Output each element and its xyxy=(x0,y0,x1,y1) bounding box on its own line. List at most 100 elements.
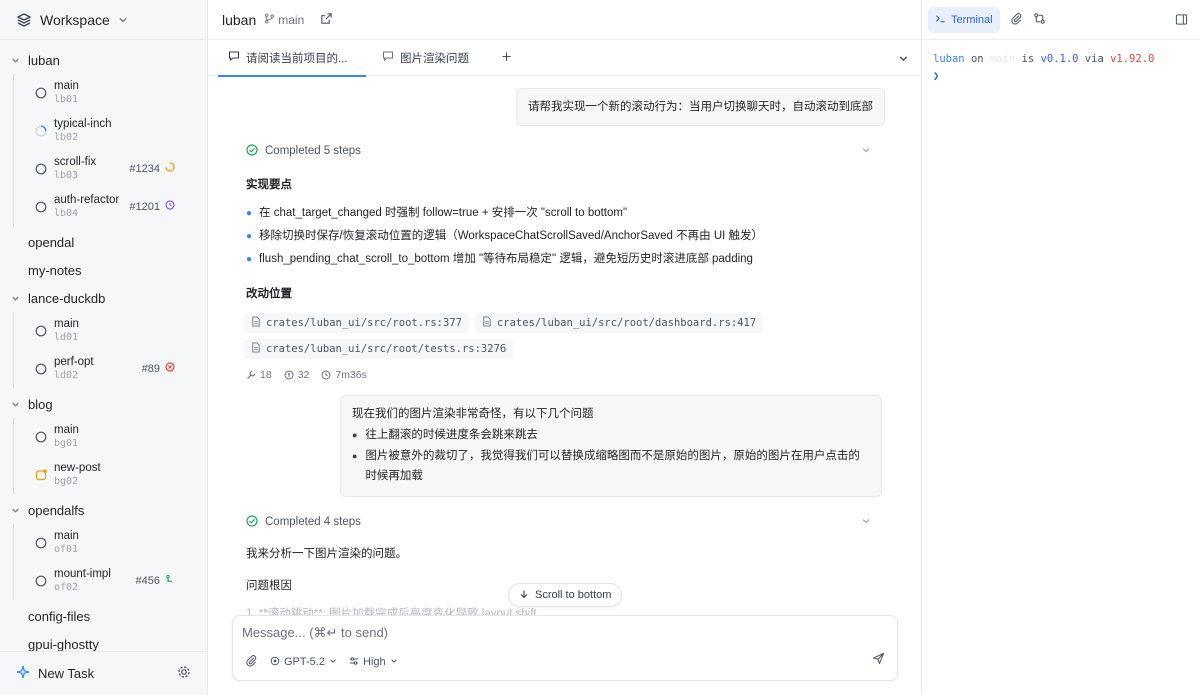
project-title: luban xyxy=(222,11,257,28)
branch-name: main xyxy=(54,318,79,330)
project-row-config-files[interactable]: config-files xyxy=(0,602,207,630)
arrow-down-icon xyxy=(519,589,529,602)
chevron-down-icon[interactable] xyxy=(10,56,20,65)
token-count-value: 32 xyxy=(297,369,310,381)
pr-number[interactable]: #89 xyxy=(142,363,160,375)
scroll-to-bottom-button[interactable]: Scroll to bottom xyxy=(508,583,623,607)
tab-label: 图片渲染问题 xyxy=(400,52,469,65)
pr-merged-icon xyxy=(165,574,175,587)
pr-number[interactable]: #456 xyxy=(136,575,160,587)
user-message: 请帮我实现一个新的滚动行为：当用户切换聊天时，自动滚动到底部 xyxy=(516,88,885,126)
list-item: ● 往上翻滚的时候进度条会跳来跳去 xyxy=(352,425,870,445)
project-row-luban[interactable]: luban xyxy=(0,46,207,74)
composer-toolbar: GPT-5.2 High xyxy=(245,654,398,670)
branch-row[interactable]: main ld01 xyxy=(14,312,207,350)
pr-number[interactable]: #1201 xyxy=(129,201,160,213)
steps-summary[interactable]: Completed 5 steps xyxy=(244,140,885,162)
clock-icon xyxy=(321,370,331,380)
chevron-down-icon[interactable] xyxy=(861,145,871,158)
terminal-tab[interactable]: Terminal xyxy=(928,6,1000,33)
steps-summary[interactable]: Completed 4 steps xyxy=(244,511,885,533)
sparkle-icon xyxy=(16,665,30,682)
wrench-icon xyxy=(246,370,256,380)
branch-code: of01 xyxy=(54,544,79,555)
pr-number[interactable]: #1234 xyxy=(129,163,160,175)
chevron-down-icon[interactable] xyxy=(861,516,871,529)
tool-count: 18 xyxy=(246,369,272,381)
terminal-prompt: ❯ xyxy=(933,70,940,82)
new-task-button[interactable]: New Task xyxy=(38,666,169,681)
new-tab-button[interactable] xyxy=(491,40,522,76)
tab-chat-1[interactable]: 请阅读当前项目的... xyxy=(218,40,366,77)
project-name: config-files xyxy=(28,608,91,624)
terminal-line: luban on main is v0.1.0 via v1.92.0 xyxy=(933,51,1189,68)
list-item-text: 在 chat_target_changed 时强制 follow=true + … xyxy=(259,207,628,219)
gear-icon[interactable] xyxy=(177,665,191,682)
send-icon[interactable] xyxy=(872,652,885,668)
message-input[interactable] xyxy=(242,625,842,640)
branch-row[interactable]: mount-impl of02 #456 xyxy=(14,562,207,600)
branch-name: typical-inch xyxy=(54,118,112,130)
chat-bubble-icon xyxy=(228,50,240,65)
project-row-lance-duckdb[interactable]: lance-duckdb xyxy=(0,284,207,312)
terminal-output[interactable]: luban on main is v0.1.0 via v1.92.0 ❯ xyxy=(922,40,1200,96)
duration: 7m36s xyxy=(321,369,367,381)
branch-row[interactable]: scroll-fix lb03 #1234 xyxy=(14,150,207,188)
project-row-opendal[interactable]: opendal xyxy=(0,228,207,256)
branch-name: mount-impl xyxy=(54,568,111,580)
branch-code: lb02 xyxy=(54,132,79,143)
bullet-list: ● 往上翻滚的时候进度条会跳来跳去 ● 图片被意外的裁切了，我觉得我们可以替换成缩略… xyxy=(352,425,870,486)
branch-row[interactable]: auth-refactor lb04 #1201 xyxy=(14,188,207,226)
git-compare-icon[interactable] xyxy=(1033,12,1046,28)
branch-row[interactable]: main of01 xyxy=(14,524,207,562)
loading-spinner-icon xyxy=(34,125,47,138)
branch-row[interactable]: main bg01 xyxy=(14,418,207,456)
project-row-blog[interactable]: blog xyxy=(0,390,207,418)
branch-row[interactable]: perf-opt ld02 #89 xyxy=(14,350,207,388)
chat-tabs: 请阅读当前项目的... 图片渲染问题 xyxy=(208,40,921,77)
steps-label: Completed 4 steps xyxy=(265,516,361,528)
file-icon xyxy=(251,316,261,330)
branch-name: main xyxy=(54,80,79,92)
circle-icon xyxy=(34,163,47,176)
pr-failed-icon xyxy=(165,362,175,375)
chevron-down-icon[interactable] xyxy=(898,52,909,67)
workspace-switcher[interactable]: Workspace xyxy=(0,0,207,40)
section-heading: 实现要点 xyxy=(246,179,292,191)
term-dir: luban xyxy=(933,53,965,65)
paperclip-icon[interactable] xyxy=(245,654,258,670)
pr-review-icon xyxy=(165,200,175,213)
sidebar-toggle-icon[interactable] xyxy=(1175,13,1188,29)
file-icon xyxy=(482,316,492,330)
file-path: crates/luban_ui/src/root/tests.rs:3276 xyxy=(266,343,507,355)
list-item: ● 在 chat_target_changed 时强制 follow=true +… xyxy=(246,202,885,225)
external-link-icon[interactable] xyxy=(320,12,333,28)
list-item: ● 图片被意外的裁切了，我觉得我们可以替换成缩略图而不是原始的图片，原始的图片在用… xyxy=(352,446,870,486)
branch-row[interactable]: main lb01 xyxy=(14,74,207,112)
circle-icon xyxy=(34,431,47,444)
project-row-my-notes[interactable]: my-notes xyxy=(0,256,207,284)
chevron-down-icon[interactable] xyxy=(10,400,20,409)
project-row-opendalfs[interactable]: opendalfs xyxy=(0,496,207,524)
project-row-gpui-ghostty[interactable]: gpui-ghostty xyxy=(0,630,207,652)
app-window: Workspace luban main lb01 typical-inch lb0… xyxy=(0,0,1200,695)
bullet-list: ● 在 chat_target_changed 时强制 follow=true +… xyxy=(246,202,885,271)
circle-icon xyxy=(34,363,47,376)
list-item-text: 往上翻滚的时候进度条会跳来跳去 xyxy=(365,429,538,441)
user-message: 现在我们的图片渲染非常奇怪，有以下几个问题 ● 往上翻滚的时候进度条会跳来跳去 ●… xyxy=(340,395,882,497)
file-chip[interactable]: crates/luban_ui/src/root/dashboard.rs:41… xyxy=(474,313,764,333)
tab-chat-2[interactable]: 图片渲染问题 xyxy=(372,40,479,76)
file-chip[interactable]: crates/luban_ui/src/root/tests.rs:3276 xyxy=(244,339,514,359)
layers-icon xyxy=(16,12,32,28)
branch-name: main xyxy=(54,530,79,542)
model-selector[interactable]: GPT-5.2 xyxy=(270,656,337,669)
chat-panel: luban main 请阅读当前项目的... 图片渲染问题 请帮我实现一个新的滚… xyxy=(208,0,922,695)
chevron-down-icon[interactable] xyxy=(10,294,20,303)
paperclip-icon[interactable] xyxy=(1010,12,1023,28)
term-text: is xyxy=(1021,53,1035,65)
effort-selector[interactable]: High xyxy=(349,656,398,669)
branch-row[interactable]: typical-inch lb02 xyxy=(14,112,207,150)
chevron-down-icon[interactable] xyxy=(10,506,20,515)
branch-row[interactable]: new-post bg02 xyxy=(14,456,207,494)
file-chip[interactable]: crates/luban_ui/src/root.rs:377 xyxy=(244,313,469,333)
